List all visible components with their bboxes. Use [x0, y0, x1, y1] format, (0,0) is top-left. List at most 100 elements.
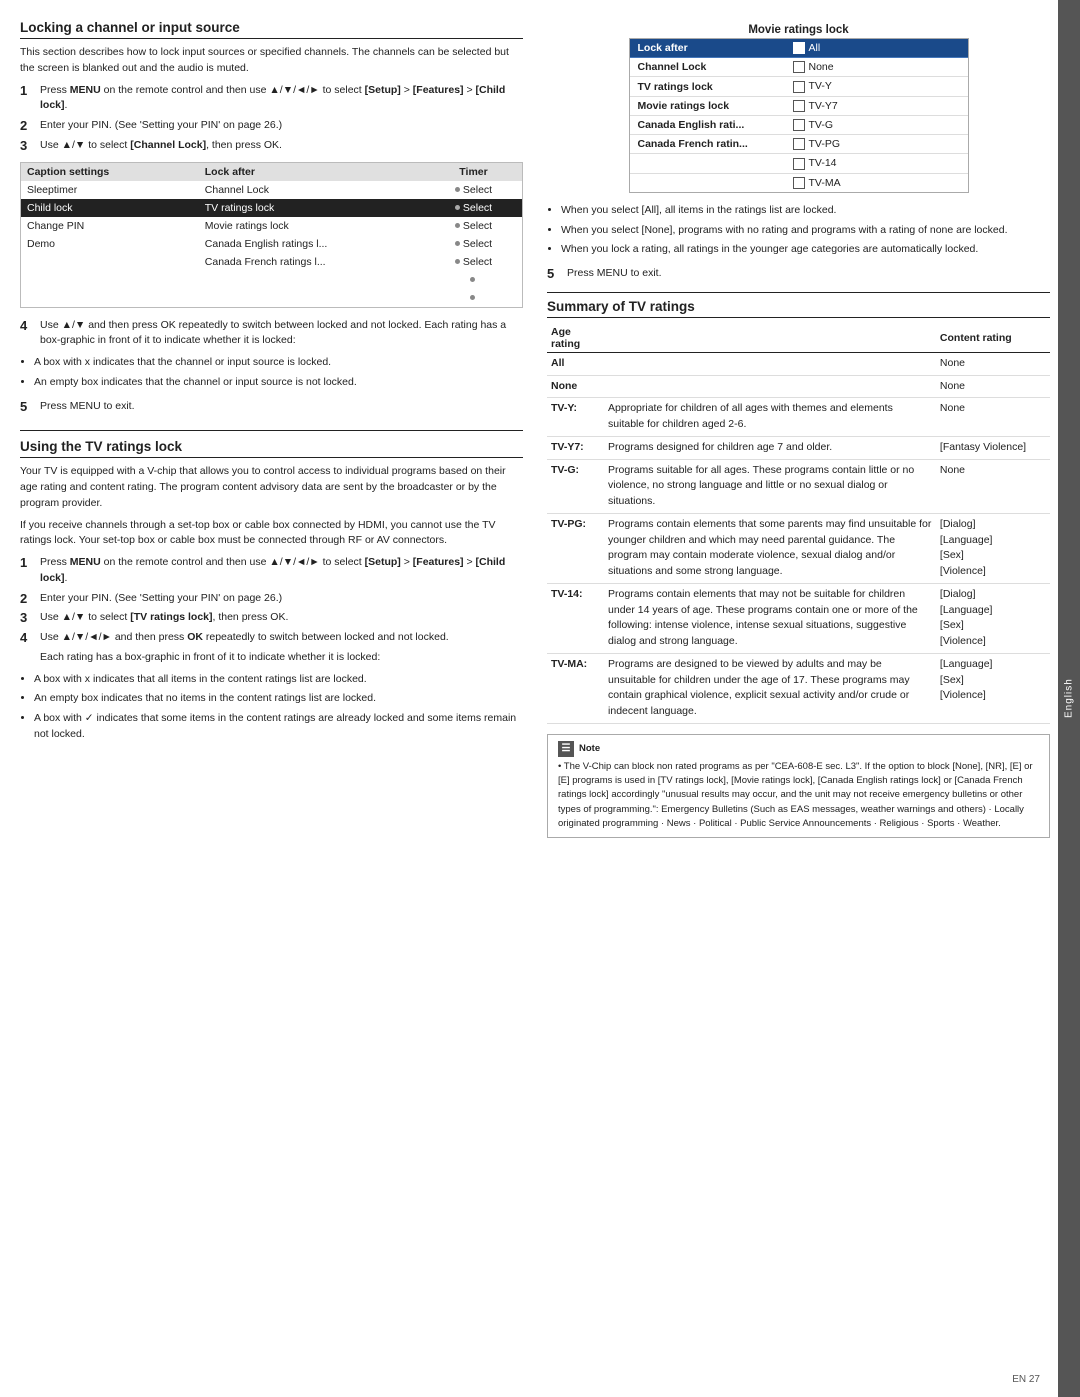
menu-row-2-active: Child lock TV ratings lock Select [21, 199, 522, 217]
summary-row-tvg: TV-G: Programs suitable for all ages. Th… [547, 459, 1050, 513]
right-step5-num: 5 [547, 266, 561, 281]
right-step5: 5 Press MENU to exit. [547, 266, 1050, 282]
step-5-text: Press MENU to exit. [40, 399, 135, 415]
right-column: Movie ratings lock Lock after All Channe… [547, 20, 1050, 1377]
section2-para4: Each rating has a box-graphic in front o… [40, 650, 523, 666]
menu-mid-5: Canada French ratings l... [199, 253, 425, 271]
tv-menu-label-2: Channel Lock [630, 58, 785, 77]
tv-menu-row-1: Lock after All [630, 39, 968, 58]
summary-age-tvy7: TV-Y7: [547, 436, 604, 459]
note-box: ☰ Note • The V-Chip can block non rated … [547, 734, 1050, 838]
bullet-1: A box with x indicates that the channel … [34, 355, 523, 371]
menu-mid-7 [199, 289, 425, 307]
menu-table: Caption settings Lock after Timer Sleept… [20, 162, 523, 308]
section1-intro: This section describes how to lock input… [20, 45, 523, 77]
summary-content-tvma: [Language][Sex][Violence] [936, 653, 1050, 723]
summary-content-all: None [936, 352, 1050, 375]
summary-col-desc [604, 324, 936, 353]
tv-menu-value-8: TV-MA [785, 174, 968, 192]
section1-title: Locking a channel or input source [20, 20, 523, 39]
tv-menu-label-4: Movie ratings lock [630, 97, 785, 116]
step-3: 3 Use ▲/▼ to select [Channel Lock], then… [20, 138, 523, 154]
s2-bullet-3: A box with ✓ indicates that some items i… [34, 711, 523, 743]
tv-menu-row-8: TV-MA [630, 174, 968, 192]
tv-menu-value-7: TV-14 [785, 154, 968, 173]
section2-bullets: A box with x indicates that all items in… [34, 672, 523, 743]
step-3-text: Use ▲/▼ to select [Channel Lock], then p… [40, 138, 282, 154]
left-column: Locking a channel or input source This s… [20, 20, 523, 1377]
summary-age-tv14: TV-14: [547, 583, 604, 653]
s2-step-4: 4 Use ▲/▼/◄/► and then press OK repeated… [20, 630, 523, 646]
movie-ratings-title: Movie ratings lock [547, 20, 1050, 38]
tv-menu-label-5: Canada English rati... [630, 116, 785, 135]
menu-row-4: Demo Canada English ratings l... Select [21, 235, 522, 253]
tv-menu-value-4: TV-Y7 [785, 97, 968, 116]
summary-title: Summary of TV ratings [547, 299, 1050, 318]
step-5-num: 5 [20, 399, 34, 414]
summary-age-all: All [547, 352, 604, 375]
summary-row-tvpg: TV-PG: Programs contain elements that so… [547, 513, 1050, 583]
menu-left-3: Change PIN [21, 217, 199, 235]
section1-bullets: A box with x indicates that the channel … [34, 355, 523, 391]
step-4: 4 Use ▲/▼ and then press OK repeatedly t… [20, 318, 523, 350]
tv-menu-container: Movie ratings lock Lock after All Channe… [547, 20, 1050, 193]
summary-row-tvy: TV-Y: Appropriate for children of all ag… [547, 398, 1050, 437]
tv-menu-value-6: TV-PG [785, 135, 968, 154]
summary-table: Age rating Content rating All None None [547, 324, 1050, 724]
tv-menu-row-7: TV-14 [630, 154, 968, 173]
summary-desc-tvy7: Programs designed for children age 7 and… [604, 436, 936, 459]
tv-menu-label-3: TV ratings lock [630, 77, 785, 96]
menu-header-caption: Caption settings [21, 163, 199, 181]
page: English Locking a channel or input sourc… [0, 0, 1080, 1397]
step-1-text: Press MENU on the remote control and the… [40, 83, 523, 115]
s2-step-1-num: 1 [20, 555, 34, 570]
tv-menu-row-2: Channel Lock None [630, 58, 968, 77]
s2-step-2-text: Enter your PIN. (See 'Setting your PIN' … [40, 591, 282, 607]
summary-age-tvy: TV-Y: [547, 398, 604, 437]
menu-row-1: Sleeptimer Channel Lock Select [21, 181, 522, 199]
menu-mid-3: Movie ratings lock [199, 217, 425, 235]
menu-right-2: Select [425, 199, 522, 217]
summary-desc-tvg: Programs suitable for all ages. These pr… [604, 459, 936, 513]
summary-age-tvma: TV-MA: [547, 653, 604, 723]
section2-intro2: If you receive channels through a set-to… [20, 518, 523, 550]
summary-row-none: None None [547, 375, 1050, 398]
menu-mid-2: TV ratings lock [199, 199, 425, 217]
menu-right-5: Select [425, 253, 522, 271]
summary-content-tvy7: [Fantasy Violence] [936, 436, 1050, 459]
summary-desc-tvpg: Programs contain elements that some pare… [604, 513, 936, 583]
tv-menu-value-5: TV-G [785, 116, 968, 135]
menu-right-7 [425, 289, 522, 307]
note-icon: ☰ [558, 741, 574, 757]
summary-age-tvg: TV-G: [547, 459, 604, 513]
summary-tbody: All None None None TV-Y: Appropriate for… [547, 352, 1050, 723]
summary-row-tv14: TV-14: Programs contain elements that ma… [547, 583, 1050, 653]
s2-step-4-num: 4 [20, 630, 34, 645]
right-step5-text: Press MENU to exit. [567, 266, 662, 282]
tv-ratings-menu: Lock after All Channel Lock None TV rati… [629, 38, 969, 193]
side-tab-label: English [1064, 679, 1075, 719]
tv-menu-row-3: TV ratings lock TV-Y [630, 77, 968, 96]
s2-step-1: 1 Press MENU on the remote control and t… [20, 555, 523, 587]
summary-desc-tvy: Appropriate for children of all ages wit… [604, 398, 936, 437]
menu-right-3: Select [425, 217, 522, 235]
note-header: ☰ Note [558, 741, 1039, 757]
summary-desc-tvma: Programs are designed to be viewed by ad… [604, 653, 936, 723]
summary-row-all: All None [547, 352, 1050, 375]
s2-bullet-2: An empty box indicates that no items in … [34, 691, 523, 707]
tv-menu-label-8 [630, 174, 785, 192]
summary-age-none: None [547, 375, 604, 398]
menu-right-6 [425, 271, 522, 289]
s2-step-2-num: 2 [20, 591, 34, 606]
summary-content-tvy: None [936, 398, 1050, 437]
tv-menu-label-1: Lock after [630, 39, 785, 58]
tv-menu-label-7 [630, 154, 785, 173]
s2-step-2: 2 Enter your PIN. (See 'Setting your PIN… [20, 591, 523, 607]
menu-left-7 [21, 289, 199, 307]
page-number: EN 27 [1012, 1374, 1040, 1385]
right-bullet-1: When you select [All], all items in the … [561, 203, 1050, 219]
right-bullets: When you select [All], all items in the … [561, 203, 1050, 258]
summary-desc-all [604, 352, 936, 375]
step-3-num: 3 [20, 138, 34, 153]
right-bullet-3: When you lock a rating, all ratings in t… [561, 242, 1050, 258]
